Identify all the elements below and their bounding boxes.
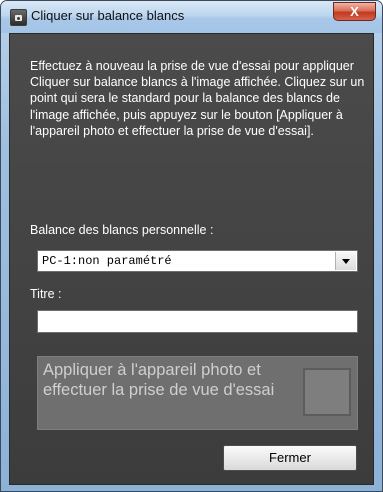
window-title: Cliquer sur balance blancs <box>31 8 185 23</box>
chevron-down-icon[interactable] <box>335 252 356 270</box>
shutter-icon <box>303 368 351 416</box>
window-close-button[interactable]: X <box>333 2 376 21</box>
custom-white-balance-select[interactable]: PC-1:non paramétré <box>37 250 358 272</box>
title-label: Titre : <box>30 287 62 301</box>
apply-button-label: Appliquer à l'appareil photo et effectue… <box>43 361 275 399</box>
dialog-window: Cliquer sur balance blancs X Effectuez à… <box>0 0 383 492</box>
select-value: PC-1:non paramétré <box>42 254 172 268</box>
custom-white-balance-label: Balance des blancs personnelle : <box>30 223 214 237</box>
close-button[interactable]: Fermer <box>223 445 357 471</box>
title-bar[interactable]: Cliquer sur balance blancs X <box>1 1 382 33</box>
close-icon: X <box>350 4 359 19</box>
apply-and-test-shot-button[interactable]: Appliquer à l'appareil photo et effectue… <box>37 356 358 430</box>
instructions-text: Effectuez à nouveau la prise de vue d'es… <box>30 59 365 138</box>
title-input[interactable] <box>37 310 358 333</box>
camera-icon <box>10 9 27 26</box>
